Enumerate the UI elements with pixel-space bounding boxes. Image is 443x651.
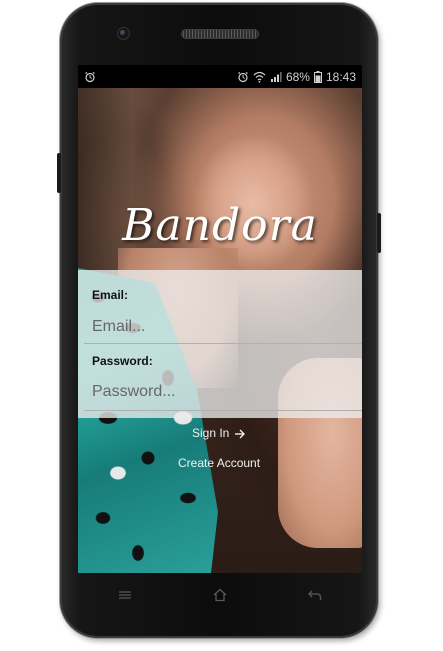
sign-in-button[interactable]: Sign In — [192, 426, 246, 440]
alarm-icon — [84, 70, 96, 84]
back-icon — [307, 586, 322, 604]
login-form: Email: Password: — [78, 270, 362, 418]
phone-screen: 68% 18:43 Bandora Email: Email... Passwo… — [78, 65, 362, 573]
earpiece-speaker — [181, 29, 259, 39]
password-field[interactable] — [88, 379, 358, 405]
status-bar: 68% 18:43 — [78, 65, 362, 88]
app-logo-title: Bandora — [122, 200, 318, 251]
menu-button[interactable] — [105, 580, 145, 610]
home-button[interactable] — [200, 580, 240, 610]
volume-button — [57, 153, 61, 193]
email-label: Email: — [92, 288, 129, 302]
alarm-icon — [237, 70, 249, 84]
home-icon — [213, 586, 227, 604]
password-underline — [84, 410, 362, 411]
wifi-icon — [253, 70, 266, 84]
sign-in-label: Sign In — [192, 426, 230, 440]
arrow-right-icon — [234, 426, 246, 440]
battery-icon — [313, 70, 322, 84]
battery-percent: 68% — [285, 69, 310, 84]
create-account-label: Create Account — [178, 456, 261, 470]
back-button[interactable] — [295, 580, 335, 610]
email-field[interactable] — [88, 314, 358, 340]
signal-icon — [270, 70, 282, 84]
create-account-link[interactable]: Create Account — [178, 456, 260, 470]
clock-time: 18:43 — [325, 69, 356, 84]
menu-icon — [118, 586, 132, 604]
power-button — [377, 213, 381, 253]
front-camera — [118, 28, 129, 39]
phone-frame: 68% 18:43 Bandora Email: Email... Passwo… — [57, 3, 381, 638]
email-underline — [84, 343, 362, 344]
hardware-nav-bar — [78, 575, 362, 615]
password-label: Password: — [92, 354, 153, 368]
